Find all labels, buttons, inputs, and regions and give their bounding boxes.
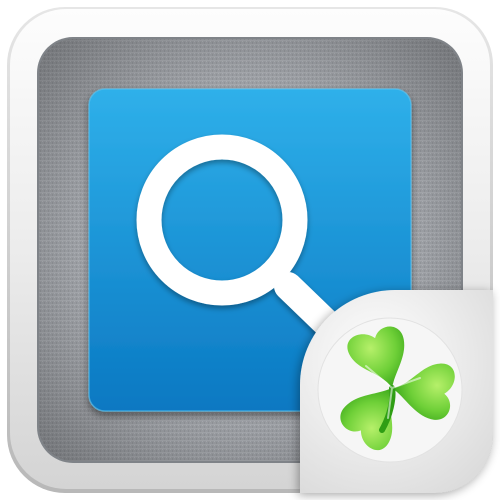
app-icon-graphic	[7, 7, 493, 493]
app-icon[interactable]	[0, 0, 500, 500]
clover-badge-icon	[300, 290, 493, 493]
